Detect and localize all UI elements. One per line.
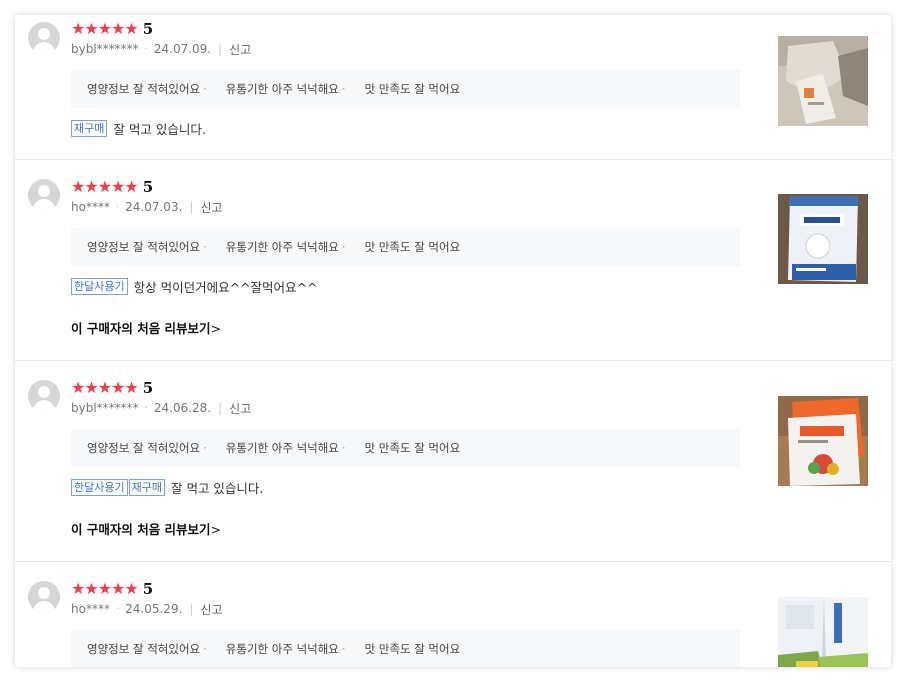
review-date: 24.06.28. [153,401,212,415]
review-summary: 영양정보 잘 적혀있어요 · 유통기한 아주 넉넉해요 · 맛 만족도 잘 먹어요 [71,630,740,667]
review-body: 한달사용기 재구매 잘 먹고 있습니다. [71,478,263,496]
star-icon: ★ [84,19,98,38]
review-item: ★ ★ ★ ★ ★ 5 bybl******* · 24.06.28. | 신고 영양정… [15,361,891,562]
star-icon: ★ [71,579,85,598]
rating-score: 5 [142,178,154,196]
avatar [28,179,60,211]
summary-item: 유통기한 아주 넉넉해요 [225,441,339,455]
first-review-link[interactable]: 이 구매자의 처음 리뷰보기> [71,519,221,538]
review-date: 24.07.03. [125,200,183,214]
review-meta: ho**** · 24.07.03. | 신고 [71,199,223,216]
star-icon: ★ [111,378,125,397]
rating-stars: ★ ★ ★ ★ ★ 5 [71,19,154,39]
review-date: 24.05.29. [125,602,183,616]
star-icon: ★ [84,177,98,196]
first-review-link[interactable]: 이 구매자의 처음 리뷰보기> [71,318,221,337]
rating-score: 5 [142,379,154,397]
rating-score: 5 [142,580,154,598]
star-icon: ★ [97,177,112,196]
report-button[interactable]: 신고 [200,601,222,618]
rating-stars: ★ ★ ★ ★ ★ 5 [71,177,154,197]
review-summary: 영양정보 잘 적혀있어요 · 유통기한 아주 넉넉해요 · 맛 만족도 잘 먹어요 [71,228,740,266]
summary-item: 유통기한 아주 넉넉해요 [225,82,339,96]
summary-item: 맛 만족도 잘 먹어요 [364,642,461,656]
summary-item: 유통기한 아주 넉넉해요 [225,642,339,656]
review-meta: bybl******* · 24.07.09. | 신고 [71,41,252,58]
review-meta: bybl******* · 24.06.28. | 신고 [71,400,252,417]
star-icon: ★ [97,579,112,598]
month-use-tag: 한달사용기 [71,478,128,496]
summary-item: 영양정보 잘 적혀있어요 [87,441,201,455]
rating-stars: ★ ★ ★ ★ ★ 5 [71,579,154,599]
review-photo-thumbnail[interactable] [778,36,868,126]
user-id: ho**** [71,200,110,214]
user-id: bybl******* [71,42,139,56]
review-summary: 영양정보 잘 적혀있어요 · 유통기한 아주 넉넉해요 · 맛 만족도 잘 먹어요 [71,429,740,467]
review-photo-thumbnail[interactable] [778,597,868,667]
summary-item: 영양정보 잘 적혀있어요 [87,240,201,254]
chevron-right-icon: > [210,321,222,336]
review-photo-thumbnail[interactable] [778,396,868,486]
star-icon: ★ [111,579,125,598]
star-icon: ★ [97,19,112,38]
star-icon: ★ [111,19,125,38]
review-body: 재구매 잘 먹고 있습니다. [71,119,206,137]
review-item: ★ ★ ★ ★ ★ 5 ho**** · 24.07.03. | 신고 영양정보 잘 적… [15,160,891,361]
star-icon: ★ [84,579,98,598]
review-date: 24.07.09. [153,42,212,56]
rating-score: 5 [142,20,154,38]
star-icon: ★ [124,579,138,598]
star-icon: ★ [71,378,85,397]
summary-item: 영양정보 잘 적혀있어요 [87,642,201,656]
review-text: 잘 먹고 있습니다. [170,480,264,496]
report-button[interactable]: 신고 [200,199,222,216]
month-use-tag: 한달사용기 [71,277,128,295]
summary-item: 유통기한 아주 넉넉해요 [225,240,339,254]
report-button[interactable]: 신고 [229,41,251,58]
summary-item: 맛 만족도 잘 먹어요 [364,441,461,455]
rating-stars: ★ ★ ★ ★ ★ 5 [71,378,154,398]
star-icon: ★ [97,378,112,397]
star-icon: ★ [84,378,98,397]
star-icon: ★ [71,177,85,196]
review-list: ★ ★ ★ ★ ★ 5 bybl******* · 24.07.09. | 신고 영양정… [15,15,891,667]
avatar [28,380,60,412]
review-body: 한달사용기 항상 먹이던거에요^^잘먹어요^^ [71,277,317,295]
user-id: bybl******* [71,401,139,415]
review-text: 항상 먹이던거에요^^잘먹어요^^ [133,279,318,295]
review-meta: ho**** · 24.05.29. | 신고 [71,601,223,618]
review-item: ★ ★ ★ ★ ★ 5 ho**** · 24.05.29. | 신고 영양정보 잘 적… [15,562,891,667]
review-photo-thumbnail[interactable] [778,194,868,284]
summary-item: 영양정보 잘 적혀있어요 [87,82,201,96]
star-icon: ★ [124,177,138,196]
avatar [28,581,60,613]
report-button[interactable]: 신고 [229,400,251,417]
repurchase-tag: 재구매 [128,478,165,496]
chevron-right-icon: > [210,522,222,537]
review-item: ★ ★ ★ ★ ★ 5 bybl******* · 24.07.09. | 신고 영양정… [15,15,891,160]
star-icon: ★ [124,19,138,38]
review-text: 잘 먹고 있습니다. [113,121,206,137]
star-icon: ★ [124,378,138,397]
repurchase-tag: 재구매 [71,119,108,137]
star-icon: ★ [111,177,125,196]
review-summary: 영양정보 잘 적혀있어요 · 유통기한 아주 넉넉해요 · 맛 만족도 잘 먹어요 [71,70,740,108]
summary-item: 맛 만족도 잘 먹어요 [364,240,461,254]
avatar [28,22,60,54]
star-icon: ★ [71,19,85,38]
summary-item: 맛 만족도 잘 먹어요 [364,82,461,96]
user-id: ho**** [71,602,110,616]
